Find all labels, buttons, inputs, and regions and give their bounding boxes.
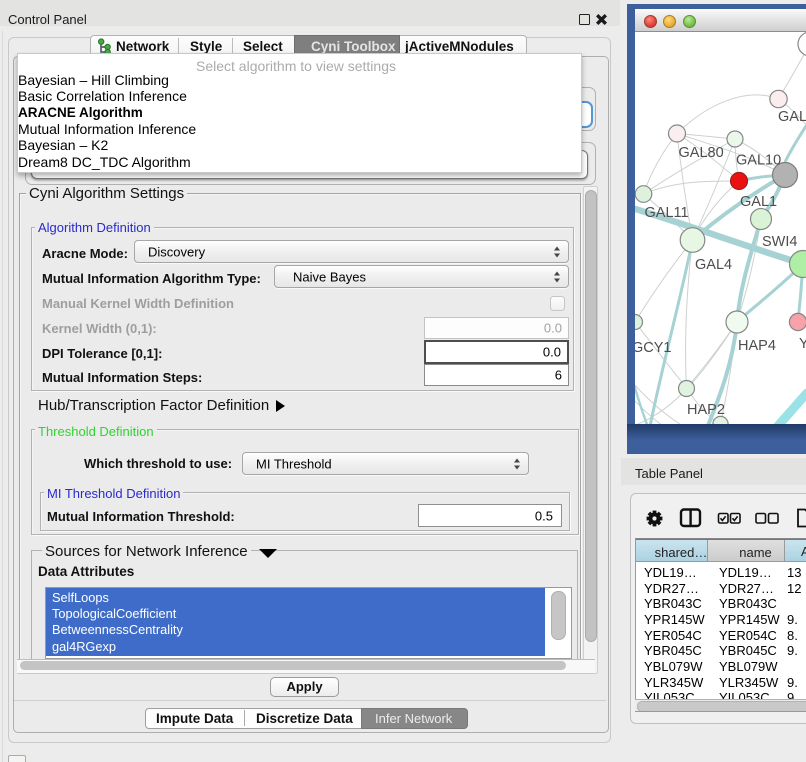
svg-text:HAP4: HAP4 (738, 338, 776, 354)
svg-text:GAL80: GAL80 (679, 145, 724, 161)
svg-text:GAL4: GAL4 (695, 257, 732, 273)
svg-text:GAL7: GAL7 (778, 109, 806, 125)
svg-text:GCY1: GCY1 (635, 340, 672, 356)
svg-text:GAL11: GAL11 (645, 205, 689, 221)
svg-text:HAP2: HAP2 (687, 402, 725, 418)
svg-text:YO: YO (799, 336, 806, 352)
svg-text:GAL1: GAL1 (740, 194, 777, 210)
svg-text:GAL10: GAL10 (736, 153, 781, 169)
svg-text:SWI4: SWI4 (762, 234, 797, 250)
